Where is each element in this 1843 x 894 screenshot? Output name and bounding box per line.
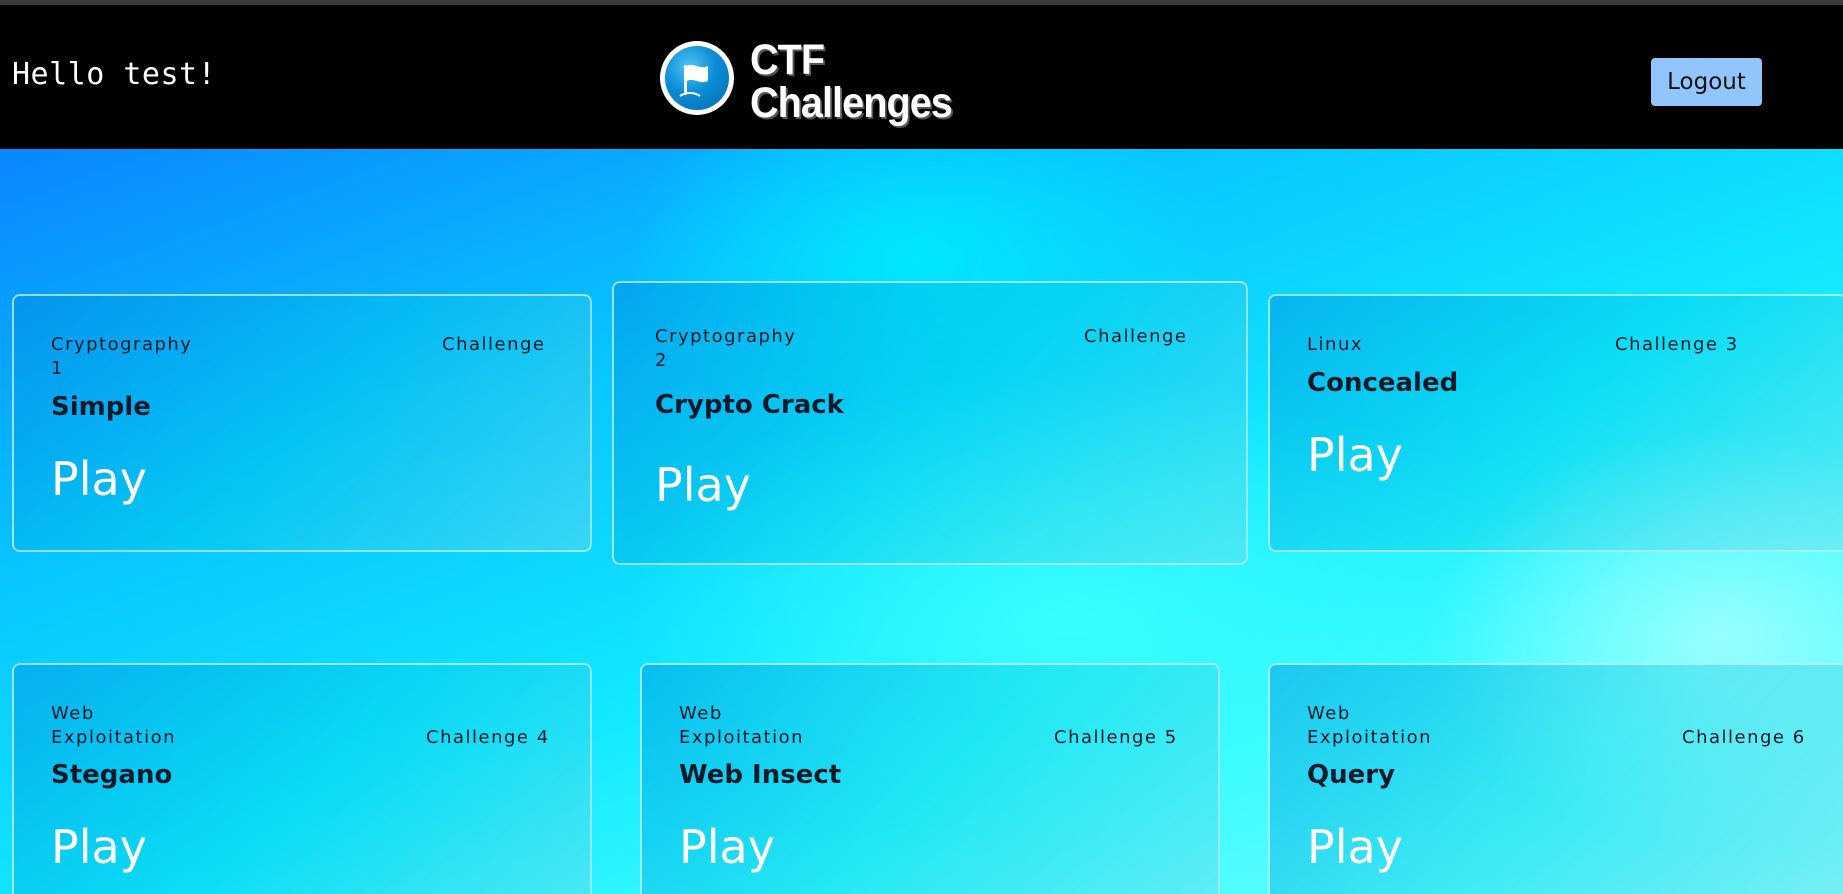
challenge-title: Simple bbox=[51, 392, 151, 422]
play-button[interactable]: Play bbox=[679, 820, 775, 874]
challenge-card-6[interactable]: Web Exploitation Challenge 6 Query Play bbox=[1268, 663, 1843, 894]
challenge-card-1[interactable]: Cryptography 1 Challenge Simple Play bbox=[12, 294, 592, 552]
challenge-grid: Cryptography 1 Challenge Simple Play Cry… bbox=[0, 149, 1843, 894]
play-button[interactable]: Play bbox=[51, 820, 147, 874]
greeting-text: Hello test! bbox=[12, 57, 217, 92]
challenge-title: Crypto Crack bbox=[655, 390, 844, 420]
logout-button[interactable]: Logout bbox=[1651, 58, 1762, 106]
play-button[interactable]: Play bbox=[655, 458, 751, 512]
challenge-title: Stegano bbox=[51, 760, 173, 790]
challenge-number: Challenge 4 bbox=[426, 727, 550, 748]
challenge-title: Concealed bbox=[1307, 368, 1459, 398]
play-button[interactable]: Play bbox=[1307, 820, 1403, 874]
challenge-category: Cryptography 2 bbox=[655, 326, 797, 371]
play-button[interactable]: Play bbox=[1307, 428, 1403, 482]
challenge-category: Cryptography 1 bbox=[51, 334, 193, 379]
challenge-card-5[interactable]: Web Exploitation Challenge 5 Web Insect … bbox=[640, 663, 1220, 894]
play-button[interactable]: Play bbox=[51, 452, 147, 506]
challenge-card-4[interactable]: Web Exploitation Challenge 4 Stegano Pla… bbox=[12, 663, 592, 894]
challenge-card-3[interactable]: Linux Challenge 3 Concealed Play bbox=[1268, 294, 1843, 552]
top-header: Hello test! CTF Challenges Logout bbox=[0, 5, 1843, 149]
challenge-title: Query bbox=[1307, 760, 1396, 790]
challenge-number: Challenge bbox=[442, 334, 546, 355]
challenge-title: Web Insect bbox=[679, 760, 842, 790]
challenge-category: Web Exploitation bbox=[1307, 703, 1433, 748]
logo-line-ctf: CTF bbox=[750, 36, 825, 84]
challenge-category: Web Exploitation bbox=[51, 703, 177, 748]
flag-icon bbox=[660, 41, 734, 115]
challenge-number: Challenge bbox=[1084, 326, 1188, 347]
site-logo-text: CTF Challenges bbox=[750, 36, 953, 127]
challenge-number: Challenge 6 bbox=[1682, 727, 1806, 748]
challenge-number: Challenge 5 bbox=[1054, 727, 1178, 748]
logo-line-challenges: Challenges bbox=[750, 79, 953, 127]
challenge-number: Challenge 3 bbox=[1615, 334, 1739, 355]
challenge-card-2[interactable]: Cryptography 2 Challenge Crypto Crack Pl… bbox=[612, 281, 1248, 565]
challenge-category: Web Exploitation bbox=[679, 703, 805, 748]
challenge-category: Linux bbox=[1307, 334, 1363, 355]
